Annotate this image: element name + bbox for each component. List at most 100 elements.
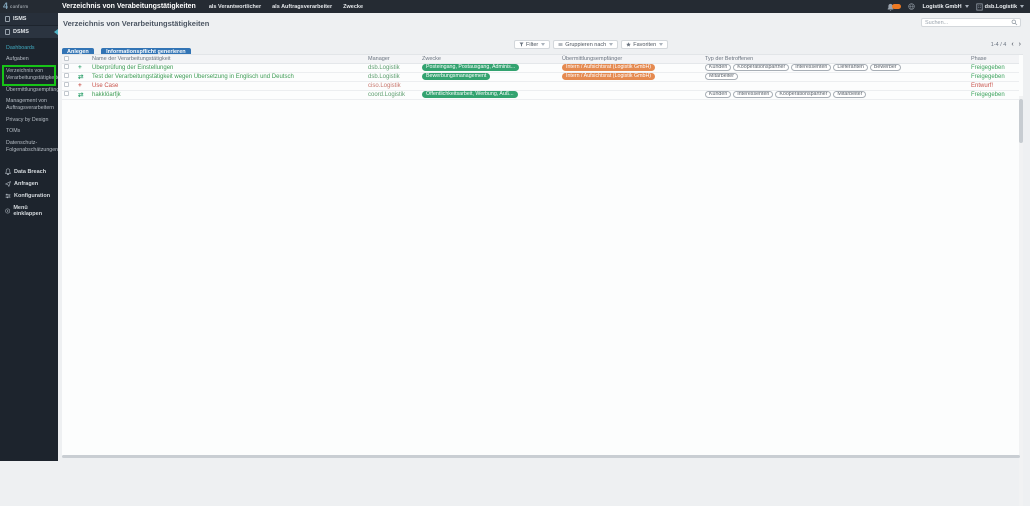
sidebar-item-uebermittlungsempfaenger[interactable]: Übermittlungsempfänger: [5, 85, 55, 96]
sidebar-item-datenschutz-folgenabschaetzungen[interactable]: Datenschutz-Folgenabschätzungen: [5, 138, 55, 157]
table-row[interactable]: + Überprüfung der Einstellungen dsb.Logi…: [62, 63, 1019, 72]
sidebar: ISMS DSMS Dashboards Aufgaben Verzeichni…: [0, 13, 58, 461]
tab-als-auftragsverarbeiter[interactable]: als Auftragsverarbeiter: [272, 4, 332, 10]
purpose-badge: Öffentlichkeitsarbeit, Werbung, Auß...: [422, 91, 518, 98]
tab-als-verantwortlicher[interactable]: als Verantwortlicher: [209, 4, 261, 10]
filter-button[interactable]: Filter: [514, 40, 550, 49]
star-icon: [626, 42, 631, 47]
tab-zwecke[interactable]: Zwecke: [343, 4, 363, 10]
sidebar-item-privacy-by-design[interactable]: Privacy by Design: [5, 115, 55, 126]
organization-icon: [976, 3, 983, 11]
select-all-checkbox[interactable]: [64, 56, 69, 61]
pagination: 1-4 / 4 ‹ ›: [991, 41, 1021, 48]
row-checkbox[interactable]: [64, 73, 69, 78]
subject-type-badge: Lieferanten: [833, 64, 868, 72]
row-checkbox[interactable]: [64, 91, 69, 96]
table-panel: Name der Verarbeitungstätigkeit Manager …: [62, 54, 1023, 456]
manager-link[interactable]: dsb.Logistik: [368, 65, 400, 71]
processing-activity-link[interactable]: Use Case: [92, 83, 118, 89]
logo-wordmark: conform: [10, 4, 28, 9]
subject-type-badge: Kunden: [705, 64, 731, 72]
phase-status: Freigegeben: [971, 92, 1005, 98]
filter-label: Filter: [526, 42, 538, 48]
main-content: Verzeichnis von Verarbeitungstätigkeiten…: [58, 13, 1030, 461]
module-label: ISMS: [13, 16, 26, 22]
phase-status: Freigegeben: [971, 74, 1005, 80]
column-recipients: Übermittlungsempfänger: [560, 55, 703, 63]
column-name: Name der Verarbeitungstätigkeit: [90, 55, 366, 63]
purpose-badge: Posteingang, Postausgang, Adminis...: [422, 64, 519, 71]
column-purposes: Zwecke: [420, 55, 560, 63]
document-icon: [5, 16, 10, 22]
collapse-icon: [5, 208, 10, 214]
favorites-label: Favoriten: [633, 42, 656, 48]
column-phase: Phase: [969, 55, 1019, 63]
prev-page-icon[interactable]: ‹: [1011, 41, 1013, 48]
recipient-badge: Intern / Aufsichtsrat (Logistik GmbH): [562, 73, 655, 80]
processing-activity-link[interactable]: Test der Verarbeitungstätigkeit wegen Üb…: [92, 74, 294, 80]
sidebar-module-dsms[interactable]: DSMS: [0, 26, 58, 38]
row-checkbox[interactable]: [64, 82, 69, 87]
sidebar-module-isms[interactable]: ISMS: [0, 13, 58, 25]
vertical-scrollbar-thumb[interactable]: [1019, 99, 1023, 143]
sidebar-item-verzeichnis[interactable]: Verzeichnis von Verarbeitungstätigkeiten: [5, 66, 55, 85]
vertical-scrollbar[interactable]: [1019, 96, 1023, 506]
search-input[interactable]: [922, 19, 1011, 26]
sidebar-item-aufgaben[interactable]: Aufgaben: [5, 54, 55, 65]
manager-link[interactable]: ciso.Logistik: [368, 83, 401, 89]
table-body: + Überprüfung der Einstellungen dsb.Logi…: [62, 63, 1019, 99]
bell-icon: [5, 168, 11, 175]
chevron-down-icon: [541, 43, 545, 46]
processing-activity-link[interactable]: hakklöarfjk: [92, 92, 121, 98]
document-icon: [5, 29, 10, 35]
sidebar-item-anfragen[interactable]: Anfragen: [0, 178, 58, 190]
sidebar-collapse-button[interactable]: Menü einklappen: [0, 202, 58, 220]
sidebar-item-label: Data Breach: [14, 169, 46, 175]
table-row[interactable]: ⇄ hakklöarfjk coord.Logistik Öffentlichk…: [62, 90, 1019, 99]
sidebar-item-toms[interactable]: TOMs: [5, 126, 55, 137]
app-logo[interactable]: 4 conform: [0, 2, 58, 11]
table-row[interactable]: ⇄ Test der Verarbeitungstätigkeit wegen …: [62, 72, 1019, 81]
processing-type-icon: ⇄: [78, 92, 83, 99]
sidebar-subnav: Dashboards Aufgaben Verzeichnis von Vera…: [0, 39, 58, 156]
sidebar-item-management-auftragsverarbeiter[interactable]: Management von Auftragsverarbeitern: [5, 96, 55, 115]
page-title: Verzeichnis von Verarbeitungstätigkeiten: [63, 19, 209, 28]
language-globe-icon[interactable]: [908, 3, 915, 10]
sidebar-item-data-breach[interactable]: Data Breach: [0, 165, 58, 178]
column-subject-types: Typ der Betroffenen: [703, 55, 969, 63]
processing-type-icon: ⇄: [78, 74, 83, 81]
purpose-badge: Bewerbungsmanagement: [422, 73, 490, 80]
next-page-icon[interactable]: ›: [1019, 41, 1021, 48]
search-icon[interactable]: [1011, 19, 1018, 26]
table-row[interactable]: + Use Case ciso.Logistik Entwurf!: [62, 81, 1019, 90]
favorites-button[interactable]: Favoriten: [621, 40, 668, 49]
sliders-icon: [5, 193, 11, 199]
sidebar-item-dashboards[interactable]: Dashboards: [5, 43, 55, 54]
subject-type-badge: Interessenten: [733, 91, 773, 99]
manager-link[interactable]: dsb.Logistik: [368, 74, 400, 80]
top-bar: 4 conform Verzeichnis von Verabeitungstä…: [0, 0, 1030, 13]
company-selector[interactable]: Logistik GmbH: [922, 4, 968, 10]
processing-type-icon: +: [78, 82, 82, 89]
notification-bell-icon[interactable]: [887, 3, 901, 11]
sidebar-item-konfiguration[interactable]: Konfiguration: [0, 190, 58, 202]
phase-status: Entwurf!: [971, 83, 993, 89]
chevron-down-icon: [659, 43, 663, 46]
row-checkbox[interactable]: [64, 64, 69, 69]
window-title: Verzeichnis von Verabeitungstätigkeiten: [62, 3, 196, 10]
column-manager: Manager: [366, 55, 420, 63]
chevron-down-icon: [609, 43, 613, 46]
chevron-down-icon: [1020, 5, 1024, 8]
manager-link[interactable]: coord.Logistik: [368, 92, 405, 98]
logo-mark: 4: [3, 2, 8, 11]
subject-type-badge: Interessenten: [791, 64, 831, 72]
company-name: Logistik GmbH: [922, 4, 961, 10]
user-menu[interactable]: dsb.Logistik: [976, 3, 1024, 11]
horizontal-scrollbar[interactable]: [62, 455, 1020, 458]
group-by-button[interactable]: Gruppieren nach: [553, 40, 618, 49]
processing-activities-table: Name der Verarbeitungstätigkeit Manager …: [62, 55, 1019, 100]
search-box: [921, 18, 1021, 27]
processing-activity-link[interactable]: Überprüfung der Einstellungen: [92, 65, 173, 71]
sidebar-item-label: Anfragen: [14, 181, 38, 187]
processing-type-icon: +: [78, 64, 82, 71]
